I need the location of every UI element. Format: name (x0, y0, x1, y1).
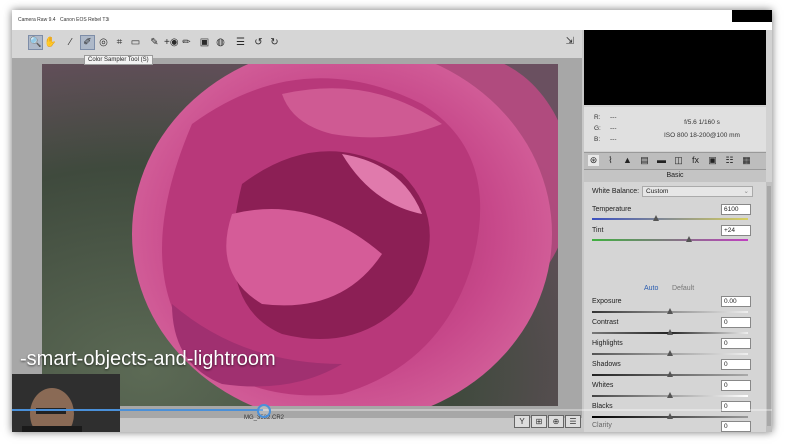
tint-handle[interactable] (686, 236, 692, 242)
white-balance-label: White Balance: (592, 188, 640, 195)
title-bar-block (732, 10, 772, 22)
shadows-label: Shadows (592, 361, 621, 368)
highlights-field[interactable]: 0 (721, 338, 751, 349)
panel-tab-2-icon[interactable]: ⌇ (605, 155, 616, 166)
clarity-field[interactable]: 0 (721, 421, 751, 432)
exposure-label: Exposure (592, 298, 622, 305)
shadows-field[interactable]: 0 (721, 359, 751, 370)
temperature-field[interactable]: 6100 (721, 204, 751, 215)
b-label: B: (594, 136, 601, 143)
panel-tab-5-icon[interactable]: ▬ (656, 155, 667, 166)
temperature-slider[interactable] (592, 215, 748, 221)
highlights-slider[interactable] (592, 350, 748, 356)
contrast-field[interactable]: 0 (721, 317, 751, 328)
red-eye-tool-icon[interactable]: +◉ (164, 36, 179, 49)
rotate-left-icon[interactable]: ↺ (252, 36, 265, 49)
panel-tabs: ⊛ ⌇ ▲ ▤ ▬ ◫ fx ▣ ☷ ▦ (584, 152, 766, 170)
exposure-field[interactable]: 0.00 (721, 296, 751, 307)
tint-slider[interactable] (592, 236, 748, 242)
view-control-2-icon[interactable]: ⊞ (531, 415, 547, 428)
tint-label: Tint (592, 227, 604, 234)
panel-tab-9-icon[interactable]: ☷ (724, 155, 735, 166)
panel-tab-7-icon[interactable]: fx (690, 155, 701, 166)
r-label: R: (594, 114, 601, 121)
g-value: --- (610, 125, 617, 132)
panel-scrollbar[interactable] (766, 182, 772, 432)
view-control-3-icon[interactable]: ⊕ (548, 415, 564, 428)
panel-scroll-thumb[interactable] (767, 186, 771, 426)
camera-title: Canon EOS Rebel T3i (60, 17, 110, 23)
video-progress-handle[interactable] (256, 404, 271, 418)
white-balance-value: Custom (646, 188, 669, 195)
graduated-filter-icon[interactable]: ▣ (198, 36, 211, 49)
shadows-slider[interactable] (592, 371, 748, 377)
exposure-slider[interactable] (592, 308, 748, 314)
highlights-label: Highlights (592, 340, 623, 347)
open-object-icon[interactable]: ⇲ (566, 36, 574, 47)
whites-slider[interactable] (592, 392, 748, 398)
default-link[interactable]: Default (672, 285, 694, 292)
blacks-handle[interactable] (667, 413, 673, 419)
chevron-down-icon: ⌄ (743, 188, 749, 195)
app-title: Camera Raw 9.4 (18, 17, 56, 23)
adjustment-brush-icon[interactable]: ✏ (180, 36, 193, 49)
targeted-adjustment-tool-icon[interactable]: ◎ (97, 36, 110, 49)
preferences-icon[interactable]: ☰ (234, 36, 247, 49)
whites-label: Whites (592, 382, 614, 389)
white-balance-select[interactable]: Custom ⌄ (642, 186, 753, 197)
iso-lens: ISO 800 18-200@100 mm (664, 132, 740, 139)
highlights-handle[interactable] (667, 350, 673, 356)
presenter-webcam (12, 374, 120, 432)
crop-tool-icon[interactable]: ⌗ (113, 36, 126, 49)
white-balance-tool-icon[interactable]: ⁄ (64, 36, 77, 49)
video-progress-fill (12, 409, 263, 411)
view-control-1-icon[interactable]: Y (514, 415, 530, 428)
histogram (584, 30, 766, 105)
tool-tooltip: Color Sampler Tool (S) (84, 55, 153, 65)
view-controls: Y ⊞ ⊕ ☰ (514, 411, 582, 429)
panel-tab-4-icon[interactable]: ▤ (639, 155, 650, 166)
contrast-slider[interactable] (592, 329, 748, 335)
title-bar: Camera Raw 9.4 Canon EOS Rebel T3i (12, 10, 772, 30)
contrast-label: Contrast (592, 319, 619, 326)
panel-tab-1-icon[interactable]: ⊛ (588, 155, 599, 166)
shadows-handle[interactable] (667, 371, 673, 377)
panel-tab-6-icon[interactable]: ◫ (673, 155, 684, 166)
view-control-4-icon[interactable]: ☰ (565, 415, 581, 428)
zoom-tool-icon[interactable]: 🔍 (28, 35, 43, 50)
radial-filter-icon[interactable]: ◍ (214, 36, 227, 49)
app-window: Camera Raw 9.4 Canon EOS Rebel T3i ⇲ 🔍 ✋ ⁄… (12, 10, 772, 432)
basic-panel-title: Basic (584, 170, 766, 182)
straighten-tool-icon[interactable]: ▭ (129, 36, 142, 49)
blacks-slider[interactable] (592, 413, 748, 419)
info-readout: R: --- G: --- B: --- f/5.6 1/160 s ISO 8… (584, 107, 766, 151)
temperature-handle[interactable] (653, 215, 659, 221)
spot-removal-tool-icon[interactable]: ✎ (148, 36, 161, 49)
aperture-shutter: f/5.6 1/160 s (684, 119, 720, 126)
exposure-handle[interactable] (667, 308, 673, 314)
tint-field[interactable]: +24 (721, 225, 751, 236)
video-progress-bar[interactable] (12, 404, 772, 418)
contrast-handle[interactable] (667, 329, 673, 335)
hand-tool-icon[interactable]: ✋ (44, 36, 57, 49)
basic-panel: White Balance: Custom ⌄ Temperature 6100 … (584, 182, 766, 432)
r-value: --- (610, 114, 617, 121)
clarity-label: Clarity (592, 422, 612, 429)
panel-tab-10-icon[interactable]: ▦ (741, 155, 752, 166)
color-sampler-tool-icon[interactable]: ✐ (80, 35, 95, 50)
video-caption: -smart-objects-and-lightroom (20, 348, 276, 370)
whites-field[interactable]: 0 (721, 380, 751, 391)
temperature-label: Temperature (592, 206, 632, 213)
rotate-right-icon[interactable]: ↻ (268, 36, 281, 49)
b-value: --- (610, 136, 617, 143)
whites-handle[interactable] (667, 392, 673, 398)
right-panel: R: --- G: --- B: --- f/5.6 1/160 s ISO 8… (584, 30, 772, 432)
g-label: G: (594, 125, 601, 132)
panel-tab-3-icon[interactable]: ▲ (622, 155, 633, 166)
auto-link[interactable]: Auto (644, 285, 658, 292)
panel-tab-8-icon[interactable]: ▣ (707, 155, 718, 166)
